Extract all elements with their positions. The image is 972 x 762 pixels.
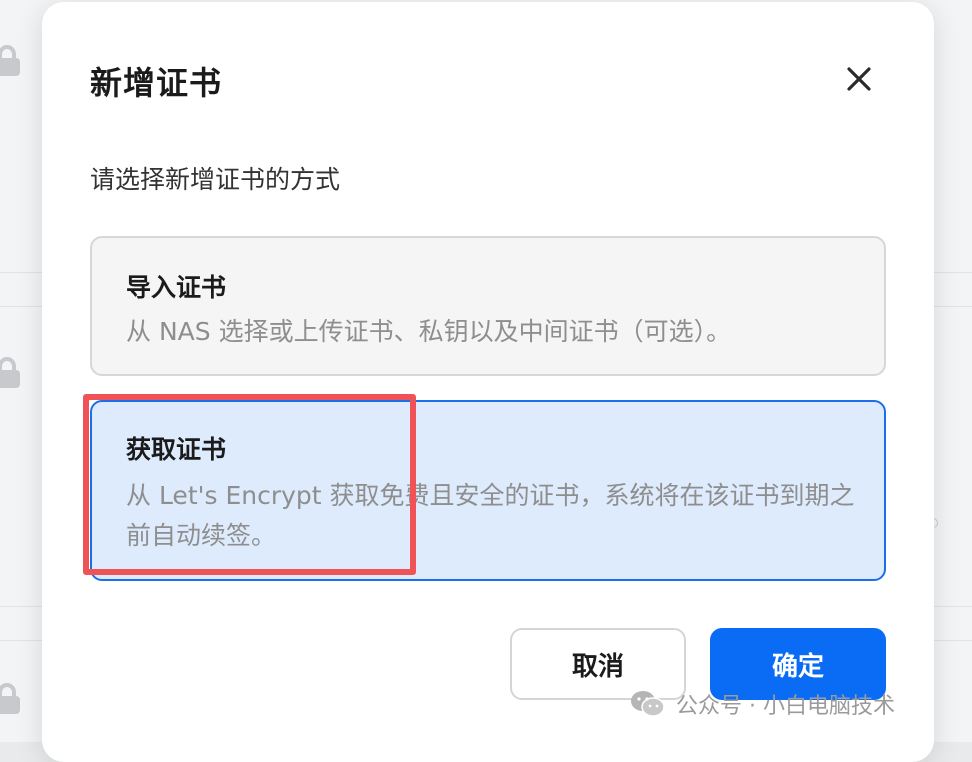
dialog-subtitle: 请选择新增证书的方式 — [90, 165, 341, 194]
lock-icon — [0, 683, 20, 714]
option-description: 从 Let's Encrypt 获取免费且安全的证书，系统将在该证书到期之前自动… — [126, 481, 855, 550]
lock-icon — [0, 357, 20, 388]
option-acquire-certificate[interactable]: 获取证书 从 Let's Encrypt 获取免费且安全的证书，系统将在该证书到… — [90, 400, 886, 581]
option-import-certificate[interactable]: 导入证书 从 NAS 选择或上传证书、私钥以及中间证书（可选）。 — [90, 236, 886, 376]
watermark: 公众号 · 小白电脑技术 — [630, 686, 895, 722]
close-icon — [847, 67, 871, 91]
option-title: 导入证书 — [126, 273, 227, 302]
close-button[interactable] — [842, 62, 876, 96]
wechat-icon — [631, 691, 665, 717]
option-title: 获取证书 — [126, 435, 227, 464]
dialog-title: 新增证书 — [90, 64, 223, 102]
new-certificate-dialog: 新增证书 请选择新增证书的方式 导入证书 从 NAS 选择或上传证书、私钥以及中… — [42, 2, 934, 762]
lock-icon — [0, 45, 20, 76]
option-description: 从 NAS 选择或上传证书、私钥以及中间证书（可选）。 — [126, 317, 732, 346]
watermark-text: 公众号 · 小白电脑技术 — [676, 694, 895, 719]
